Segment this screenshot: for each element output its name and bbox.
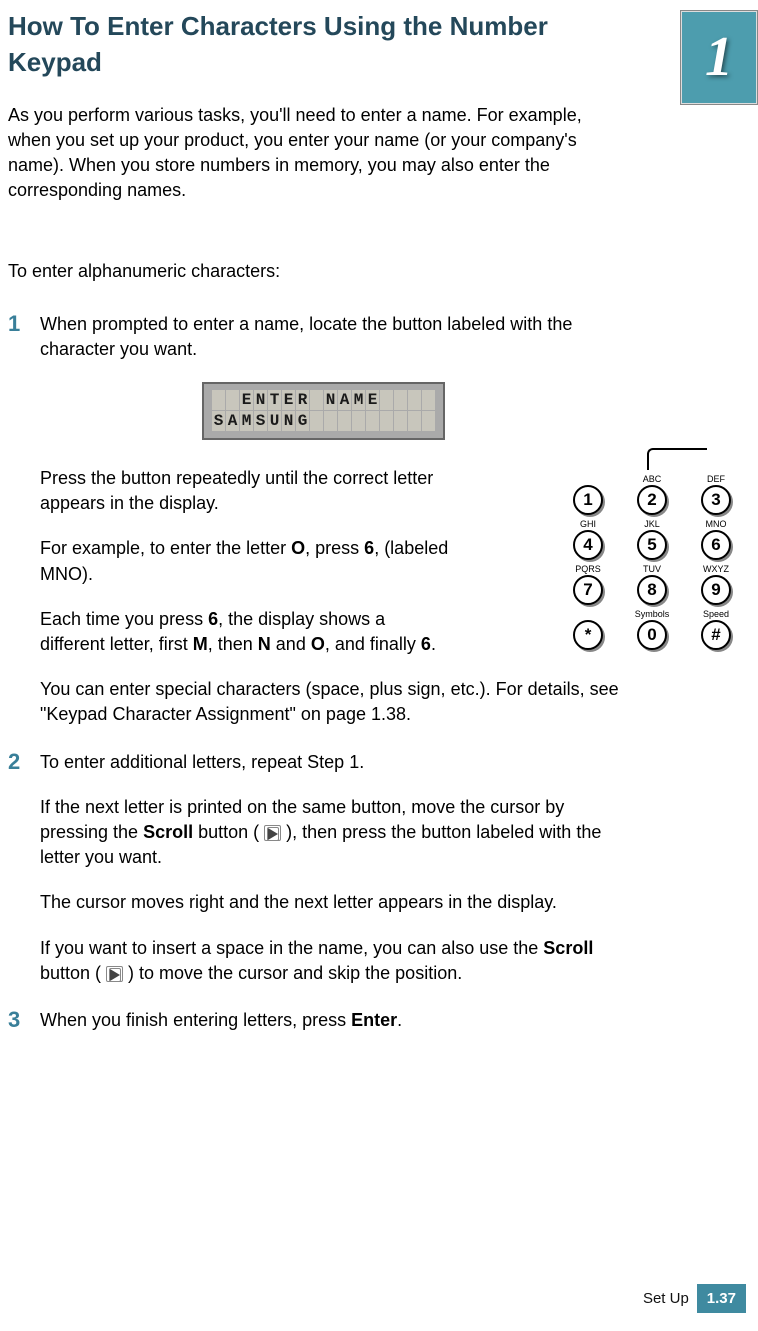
step-2-text-1: To enter additional letters, repeat Step…: [40, 750, 630, 775]
keypad-label: DEF: [707, 474, 725, 485]
keypad-cell: Symbols0: [627, 609, 677, 650]
lead-paragraph: To enter alphanumeric characters:: [8, 259, 746, 284]
keypad-button: 4: [573, 530, 603, 560]
scroll-right-icon: [106, 966, 123, 982]
lcd-cell: [380, 390, 393, 410]
step-1-text-2b: For example, to enter the letter O, pres…: [40, 536, 450, 586]
keypad-button: 5: [637, 530, 667, 560]
keypad-button: 6: [701, 530, 731, 560]
lcd-cell: N: [282, 411, 295, 431]
step-1: 1 When prompted to enter a name, locate …: [8, 312, 746, 728]
page-title: How To Enter Characters Using the Number…: [8, 8, 628, 81]
footer-page-number: 1.37: [697, 1284, 746, 1313]
keypad-label: Speed: [703, 609, 729, 620]
keypad-label: WXYZ: [703, 564, 729, 575]
lcd-cell: [380, 411, 393, 431]
lcd-cell: [310, 411, 323, 431]
keypad-label: JKL: [644, 519, 660, 530]
keypad-cell: GHI4: [563, 519, 613, 560]
keypad-label: ABC: [643, 474, 662, 485]
keypad-button: 3: [701, 485, 731, 515]
step-3-text-1: When you finish entering letters, press …: [40, 1008, 630, 1033]
step-2-text-2: If the next letter is printed on the sam…: [40, 795, 630, 871]
keypad-button: 2: [637, 485, 667, 515]
keypad-cell: JKL5: [627, 519, 677, 560]
step-1-text-2c: Each time you press 6, the display shows…: [40, 607, 450, 657]
keypad-button: 1: [573, 485, 603, 515]
keypad-cell: DEF3: [691, 474, 741, 515]
keypad-label: GHI: [580, 519, 596, 530]
scroll-right-icon: [264, 825, 281, 841]
keypad-cell: ABC2: [627, 474, 677, 515]
lcd-cell: E: [366, 390, 379, 410]
lcd-cell: N: [324, 390, 337, 410]
step-number: 3: [8, 1005, 20, 1036]
lcd-display: ENTERNAME SAMSUNG: [202, 382, 746, 440]
lcd-cell: N: [254, 390, 267, 410]
keypad-label: TUV: [643, 564, 661, 575]
lcd-cell: [352, 411, 365, 431]
chapter-tab: 1: [680, 10, 758, 105]
step-3: 3 When you finish entering letters, pres…: [8, 1008, 746, 1033]
keypad-label: Symbols: [635, 609, 670, 620]
keypad-label: PQRS: [575, 564, 601, 575]
step-2-text-4: If you want to insert a space in the nam…: [40, 936, 630, 986]
step-number: 2: [8, 747, 20, 778]
lcd-cell: [324, 411, 337, 431]
lcd-cell: S: [212, 411, 225, 431]
keypad-button: 0: [637, 620, 667, 650]
keypad-cell: WXYZ9: [691, 564, 741, 605]
lcd-cell: [338, 411, 351, 431]
lcd-cell: U: [268, 411, 281, 431]
lcd-cell: [394, 411, 407, 431]
keypad-button: 8: [637, 575, 667, 605]
lcd-cell: E: [240, 390, 253, 410]
keypad-cell: PQRS7: [563, 564, 613, 605]
lcd-cell: [408, 390, 421, 410]
keypad-cell: Speed#: [691, 609, 741, 650]
lcd-cell: A: [226, 411, 239, 431]
chapter-number: 1: [705, 18, 733, 96]
lcd-cell: R: [296, 390, 309, 410]
lcd-cell: E: [282, 390, 295, 410]
keypad-button: *: [573, 620, 603, 650]
keypad-cell: *: [563, 609, 613, 650]
step-1-text-1: When prompted to enter a name, locate th…: [40, 312, 630, 362]
page-footer: Set Up 1.37: [635, 1284, 746, 1313]
lcd-cell: [408, 411, 421, 431]
keypad-cell: TUV8: [627, 564, 677, 605]
lcd-cell: M: [352, 390, 365, 410]
lcd-cell: A: [338, 390, 351, 410]
lcd-cell: T: [268, 390, 281, 410]
lcd-cell: [366, 411, 379, 431]
step-2: 2 To enter additional letters, repeat St…: [8, 750, 746, 986]
lcd-cell: [226, 390, 239, 410]
step-1-text-2a: Press the button repeatedly until the co…: [40, 466, 450, 516]
keypad-cell: 1: [563, 474, 613, 515]
keypad-button: 9: [701, 575, 731, 605]
keypad-button: 7: [573, 575, 603, 605]
lcd-cell: [422, 411, 435, 431]
keypad-cell: MNO6: [691, 519, 741, 560]
lcd-cell: G: [296, 411, 309, 431]
step-number: 1: [8, 309, 20, 340]
lcd-cell: [394, 390, 407, 410]
keypad-label: MNO: [706, 519, 727, 530]
step-2-text-3: The cursor moves right and the next lett…: [40, 890, 630, 915]
keypad-button: #: [701, 620, 731, 650]
lcd-cell: [310, 390, 323, 410]
lcd-cell: [422, 390, 435, 410]
lcd-cell: [212, 390, 225, 410]
lcd-cell: S: [254, 411, 267, 431]
footer-section: Set Up: [635, 1284, 697, 1313]
keypad-figure: 1 ABC2 DEF3 GHI4 JKL5 MNO6 PQRS7 TUV8 WXYZ9 * Symb…: [562, 448, 742, 650]
lcd-cell: M: [240, 411, 253, 431]
step-1-text-3: You can enter special characters (space,…: [40, 677, 630, 727]
intro-paragraph: As you perform various tasks, you'll nee…: [8, 103, 628, 204]
handset-cable-icon: [647, 448, 707, 470]
